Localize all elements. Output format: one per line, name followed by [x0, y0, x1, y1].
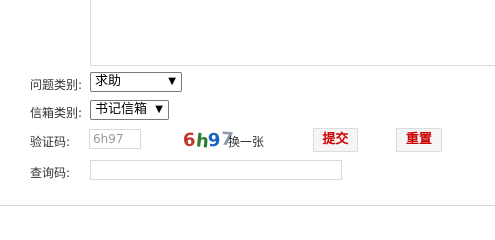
category-label: 问题类别:: [30, 78, 83, 92]
dropdown-arrow-icon: ▼: [168, 76, 176, 87]
captcha-image[interactable]: 6 h 9 7: [182, 129, 234, 153]
mailbox-select[interactable]: 书记信箱 ▼: [90, 100, 169, 120]
page-footer-area: [0, 206, 495, 235]
dropdown-arrow-icon: ▼: [155, 104, 163, 115]
refresh-captcha-link[interactable]: 换一张: [228, 133, 264, 150]
query-code-input[interactable]: [90, 160, 342, 180]
mailbox-selected-value: 书记信箱: [95, 102, 148, 117]
category-select[interactable]: 求助 ▼: [90, 72, 182, 92]
captcha-label: 验证码:: [30, 135, 71, 149]
query-label: 查询码:: [30, 166, 71, 180]
captcha-char: 6: [182, 129, 197, 152]
reset-button[interactable]: 重置: [396, 128, 442, 152]
feedback-form: 问题类别: 求助 ▼ 信箱类别: 书记信箱 ▼ 验证码: 6 h 9 7 换一张…: [0, 0, 495, 206]
captcha-input[interactable]: [89, 129, 141, 149]
submit-button[interactable]: 提交: [313, 128, 358, 152]
category-selected-value: 求助: [95, 74, 122, 89]
mailbox-label: 信箱类别:: [30, 106, 83, 120]
content-textarea[interactable]: [90, 0, 495, 66]
